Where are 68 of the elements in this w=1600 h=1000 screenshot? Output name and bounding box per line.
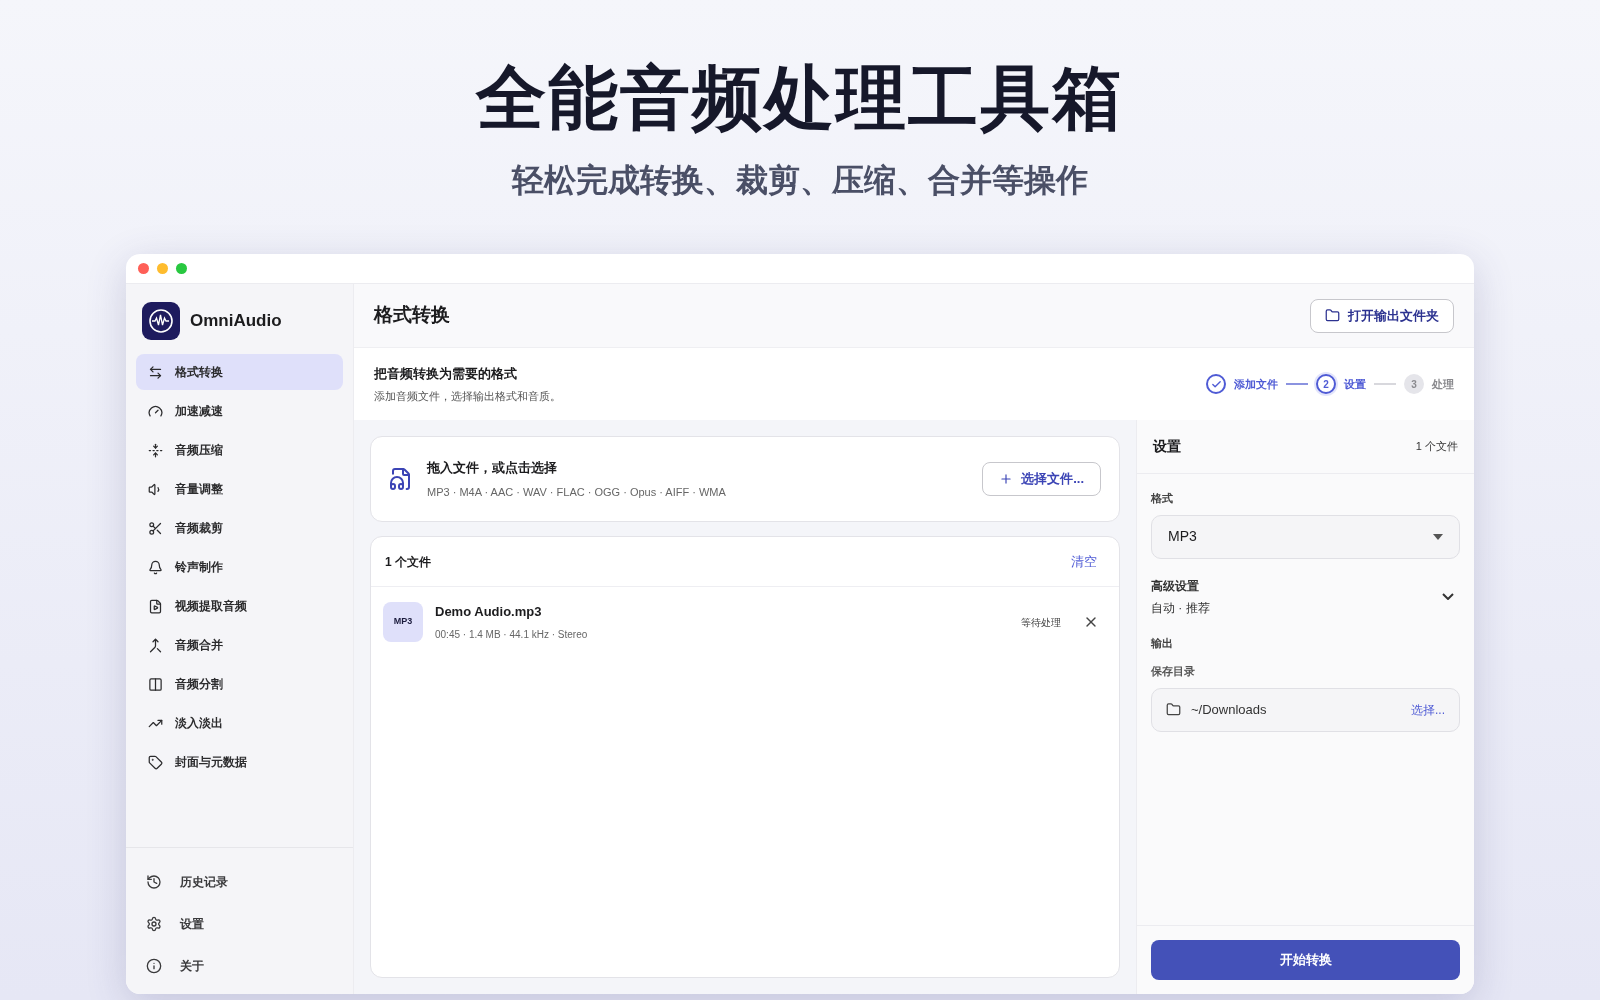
open-folder-button[interactable]: 打开输出文件夹 — [1310, 298, 1454, 333]
intro-title: 把音频转换为需要的格式 — [374, 364, 518, 383]
sidebar-item[interactable]: 音频压缩 — [136, 432, 343, 468]
supported-formats: MP3 · M4A · AAC · WAV · FLAC · OGG · Opus · AIFF · WMA — [427, 484, 727, 500]
history-icon — [146, 874, 162, 890]
chevron-down-icon — [1442, 593, 1454, 600]
file-meta: 00:45 · 1.4 MB · 44.1 kHz · Stereo — [435, 628, 589, 643]
save-directory-label: 保存目录 — [1151, 664, 1196, 679]
video-file-icon — [148, 598, 163, 614]
step-label: 处理 — [1432, 376, 1454, 392]
folder-icon — [1325, 308, 1340, 323]
hero-subtitle: 轻松完成转换、裁剪、压缩、合并等操作 — [512, 161, 1088, 200]
dropzone-title: 拖入文件，或点击选择 — [427, 459, 558, 477]
advanced-settings-toggle[interactable]: 高级设置 自动 · 推荐 — [1151, 576, 1460, 617]
dropzone-card[interactable]: 拖入文件，或点击选择 MP3 · M4A · AAC · WAV · FLAC · OGG · Opus · AIFF · WMA 选择文件... — [370, 436, 1120, 522]
advanced-title: 高级设置 — [1151, 577, 1200, 595]
merge-icon — [148, 637, 163, 653]
sidebar-footer-item[interactable]: 设置 — [136, 906, 343, 942]
sidebar-item[interactable]: 格式转换 — [136, 354, 343, 390]
app-name: OmniAudio — [190, 310, 282, 333]
file-status: 等待处理 — [1021, 615, 1061, 630]
sidebar-item[interactable]: 音量调整 — [136, 471, 343, 507]
sidebar-footer-item[interactable]: 关于 — [136, 948, 343, 984]
swap-arrows-icon — [148, 364, 163, 380]
sidebar-item[interactable]: 淡入淡出 — [136, 705, 343, 741]
sidebar-item[interactable]: 加速减速 — [136, 393, 343, 429]
clear-link[interactable]: 清空 — [1071, 551, 1105, 572]
audio-file-icon — [389, 467, 413, 491]
folder-icon — [1166, 702, 1181, 717]
step-marker: 3 — [1404, 374, 1424, 394]
start-convert-button[interactable]: 开始转换 — [1151, 940, 1460, 980]
step-label: 添加文件 — [1234, 376, 1278, 392]
sidebar-item[interactable]: 视频提取音频 — [136, 588, 343, 624]
hero-title: 全能音频处理工具箱 — [476, 58, 1124, 139]
step-marker: 2 — [1316, 374, 1336, 394]
columns-icon — [148, 676, 163, 692]
directory-path: ~/Downloads — [1191, 700, 1268, 719]
dropdown-caret-icon — [1433, 533, 1443, 540]
directory-field[interactable]: ~/Downloads 选择... — [1151, 687, 1460, 732]
choose-file-button[interactable]: 选择文件... — [982, 462, 1101, 496]
plus-icon — [999, 472, 1014, 486]
sidebar-item[interactable]: 封面与元数据 — [136, 744, 343, 780]
tag-icon — [148, 754, 163, 770]
file-count: 1 个文件 — [385, 553, 431, 571]
advanced-value: 自动 · 推荐 — [1151, 599, 1210, 617]
sidebar-item[interactable]: 音频分割 — [136, 666, 343, 702]
page-title: 格式转换 — [374, 303, 450, 328]
output-label: 输出 — [1151, 635, 1174, 651]
format-label: 格式 — [1151, 491, 1174, 506]
settings-icon — [146, 916, 162, 932]
step-label: 设置 — [1344, 376, 1366, 392]
file-name: Demo Audio.mp3 — [435, 602, 543, 621]
compress-icon — [148, 442, 163, 458]
format-select[interactable]: MP3 — [1151, 514, 1460, 559]
sidebar-item[interactable]: 音频合并 — [136, 627, 343, 663]
info-icon — [146, 958, 162, 974]
intro-description: 添加音频文件，选择输出格式和音质。 — [374, 389, 561, 404]
file-type-badge: MP3 — [383, 602, 423, 642]
settings-title: 设置 — [1153, 437, 1181, 456]
sidebar-footer-item[interactable]: 历史记录 — [136, 864, 343, 900]
gauge-icon — [148, 403, 163, 419]
settings-file-count: 1 个文件 — [1415, 439, 1458, 455]
bell-icon — [148, 559, 163, 575]
sidebar-item[interactable]: 铃声制作 — [136, 549, 343, 585]
scissors-icon — [148, 520, 163, 536]
app-logo-icon — [142, 302, 180, 340]
choose-directory-link[interactable]: 选择... — [1411, 700, 1445, 719]
sidebar-item[interactable]: 音频裁剪 — [136, 510, 343, 546]
